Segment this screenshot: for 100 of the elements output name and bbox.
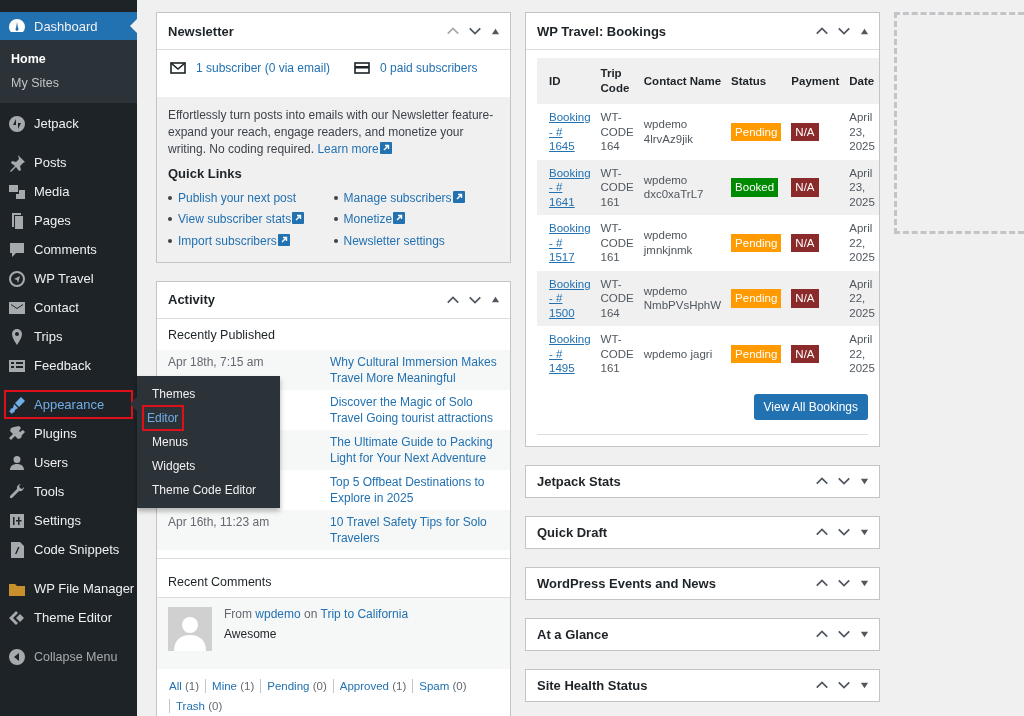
triangle-down-icon: [860, 527, 869, 537]
comment-filter-link[interactable]: Spam (0): [412, 678, 473, 693]
sidebar-item[interactable]: Comments: [0, 235, 137, 264]
sidebar-item[interactable]: Media: [0, 177, 137, 206]
post-link[interactable]: Why Cultural Immersion Makes Travel More Meaningful: [330, 353, 499, 386]
submenu-item[interactable]: Home: [0, 47, 137, 71]
submenu-item[interactable]: My Sites: [0, 71, 137, 95]
status-badge: Pending: [731, 289, 782, 308]
sidebar-item[interactable]: Appearance: [4, 390, 133, 419]
column-header: Payment: [785, 58, 844, 104]
author-link[interactable]: wpdemo: [255, 606, 301, 621]
sidebar-item[interactable]: WP File Manager: [0, 574, 137, 603]
learn-more-link[interactable]: Learn more: [317, 142, 392, 156]
table-cell: WT-CODE 161: [594, 159, 638, 215]
collapse-icon: [7, 646, 27, 667]
table-cell: April 22, 2025: [843, 326, 879, 382]
triangle-down-icon: [860, 476, 869, 486]
panel-title: Quick Draft: [537, 524, 609, 540]
avatar-icon: [168, 606, 212, 651]
sidebar-item[interactable]: Pages: [0, 206, 137, 235]
view-all-bookings-button[interactable]: View All Bookings: [753, 393, 868, 420]
payment-badge: N/A: [791, 122, 819, 141]
quick-link[interactable]: View subscriber stats: [178, 212, 305, 227]
sidebar-item[interactable]: Jetpack: [0, 109, 137, 138]
paintbrush-icon: [7, 394, 27, 415]
sidebar-item[interactable]: Trips: [0, 322, 137, 351]
status-badge: Pending: [731, 122, 782, 141]
external-link-icon: [452, 190, 465, 203]
quick-link[interactable]: Import subscribers: [178, 233, 290, 248]
comment-filter-link[interactable]: Approved (1): [332, 678, 413, 693]
bullet-icon: [333, 238, 338, 243]
bullet-icon: [168, 217, 172, 222]
payment-badge: N/A: [791, 233, 819, 252]
post-link[interactable]: Discover the Magic of Solo Travel Going tourist attractions: [330, 393, 499, 426]
card-icon: [354, 62, 371, 74]
panel-title: WordPress Events and News: [537, 575, 717, 591]
quick-link[interactable]: Monetize: [343, 212, 406, 227]
flyout-menu-item[interactable]: Menus: [147, 430, 194, 454]
status-badge: Pending: [731, 344, 782, 363]
flyout-menu-item[interactable]: Themes: [147, 382, 201, 406]
quick-link[interactable]: Manage subscribers: [343, 190, 465, 205]
panel-title: WP Travel: Bookings: [537, 23, 668, 39]
post-link[interactable]: 10 Travel Safety Tips for Solo Travelers: [330, 513, 499, 546]
payment-badge: N/A: [791, 289, 819, 308]
comment-filter-link[interactable]: Trash (0): [169, 698, 229, 713]
comment-filter-link[interactable]: All (1): [169, 678, 206, 693]
table-cell: wpdemo NmbPVsHphW: [637, 270, 726, 326]
comment-text: Awesome: [224, 626, 278, 641]
quick-link[interactable]: Newsletter settings: [343, 233, 445, 248]
comment-meta: From wpdemo on Trip to California: [224, 606, 409, 621]
post-link[interactable]: Trip to California: [320, 606, 409, 621]
sidebar-item[interactable]: Feedback: [0, 351, 137, 380]
comment-filter-link[interactable]: Mine (1): [205, 678, 261, 693]
table-cell: wpdemo jagri: [637, 326, 726, 382]
external-link-icon: [379, 142, 392, 154]
quick-link[interactable]: Publish your next post: [178, 190, 297, 205]
triangle-up-icon: [860, 26, 869, 36]
sidebar-item[interactable]: Settings: [0, 506, 137, 535]
panel-title: Newsletter: [168, 23, 235, 39]
status-badge: Pending: [731, 233, 782, 252]
payment-badge: N/A: [791, 178, 819, 197]
subscriber-link[interactable]: 1 subscriber (0 via email): [196, 61, 331, 75]
post-link[interactable]: Top 5 Offbeat Destinations to Explore in 2025: [330, 473, 499, 506]
compass-icon: [7, 268, 27, 289]
panel-title: Activity: [168, 292, 216, 307]
table-cell: April 22, 2025: [843, 270, 879, 326]
sidebar-item[interactable]: Tools: [0, 477, 137, 506]
column-header: Date: [843, 58, 879, 104]
section-heading: Recently Published: [167, 326, 276, 344]
flyout-menu-item[interactable]: Widgets: [147, 454, 201, 478]
envelope-icon: [170, 62, 186, 74]
sidebar-item[interactable]: Dashboard: [0, 12, 137, 40]
bullet-icon: [168, 195, 172, 200]
table-cell: wpdemo 4lrvAz9jik: [637, 104, 726, 160]
triangle-up-icon: [491, 295, 500, 304]
booking-link[interactable]: Booking - # 1645: [549, 110, 591, 154]
collapse-menu-button[interactable]: Collapse Menu: [0, 642, 137, 671]
sidebar-item[interactable]: Posts: [0, 148, 137, 177]
table-cell: WT-CODE 164: [594, 104, 638, 160]
panel-title: At a Glance: [537, 626, 610, 642]
column-header: ID: [537, 58, 595, 104]
sidebar-item[interactable]: Code Snippets: [0, 535, 137, 564]
sidebar-item[interactable]: Users: [0, 448, 137, 477]
sidebar-item[interactable]: WP Travel: [0, 264, 137, 293]
bullet-icon: [333, 217, 338, 222]
column-header: Trip Code: [594, 58, 638, 104]
flyout-menu-item[interactable]: Editor: [143, 406, 184, 430]
booking-link[interactable]: Booking - # 1517: [549, 221, 591, 265]
status-badge: Booked: [731, 178, 779, 197]
sidebar-item[interactable]: Contact: [0, 293, 137, 322]
subscriber-link[interactable]: 0 paid subscribers: [380, 61, 478, 75]
bullet-icon: [333, 195, 338, 200]
booking-link[interactable]: Booking - # 1495: [549, 332, 591, 376]
panel-title: Site Health Status: [537, 677, 649, 693]
sidebar-item[interactable]: Plugins: [0, 419, 137, 448]
triangle-down-icon: [860, 578, 869, 588]
flyout-menu-item[interactable]: Theme Code Editor: [147, 478, 262, 502]
panel-title: Jetpack Stats: [537, 473, 622, 489]
sidebar-item[interactable]: Theme Editor: [0, 603, 137, 632]
comment-filter-link[interactable]: Pending (0): [260, 678, 333, 693]
